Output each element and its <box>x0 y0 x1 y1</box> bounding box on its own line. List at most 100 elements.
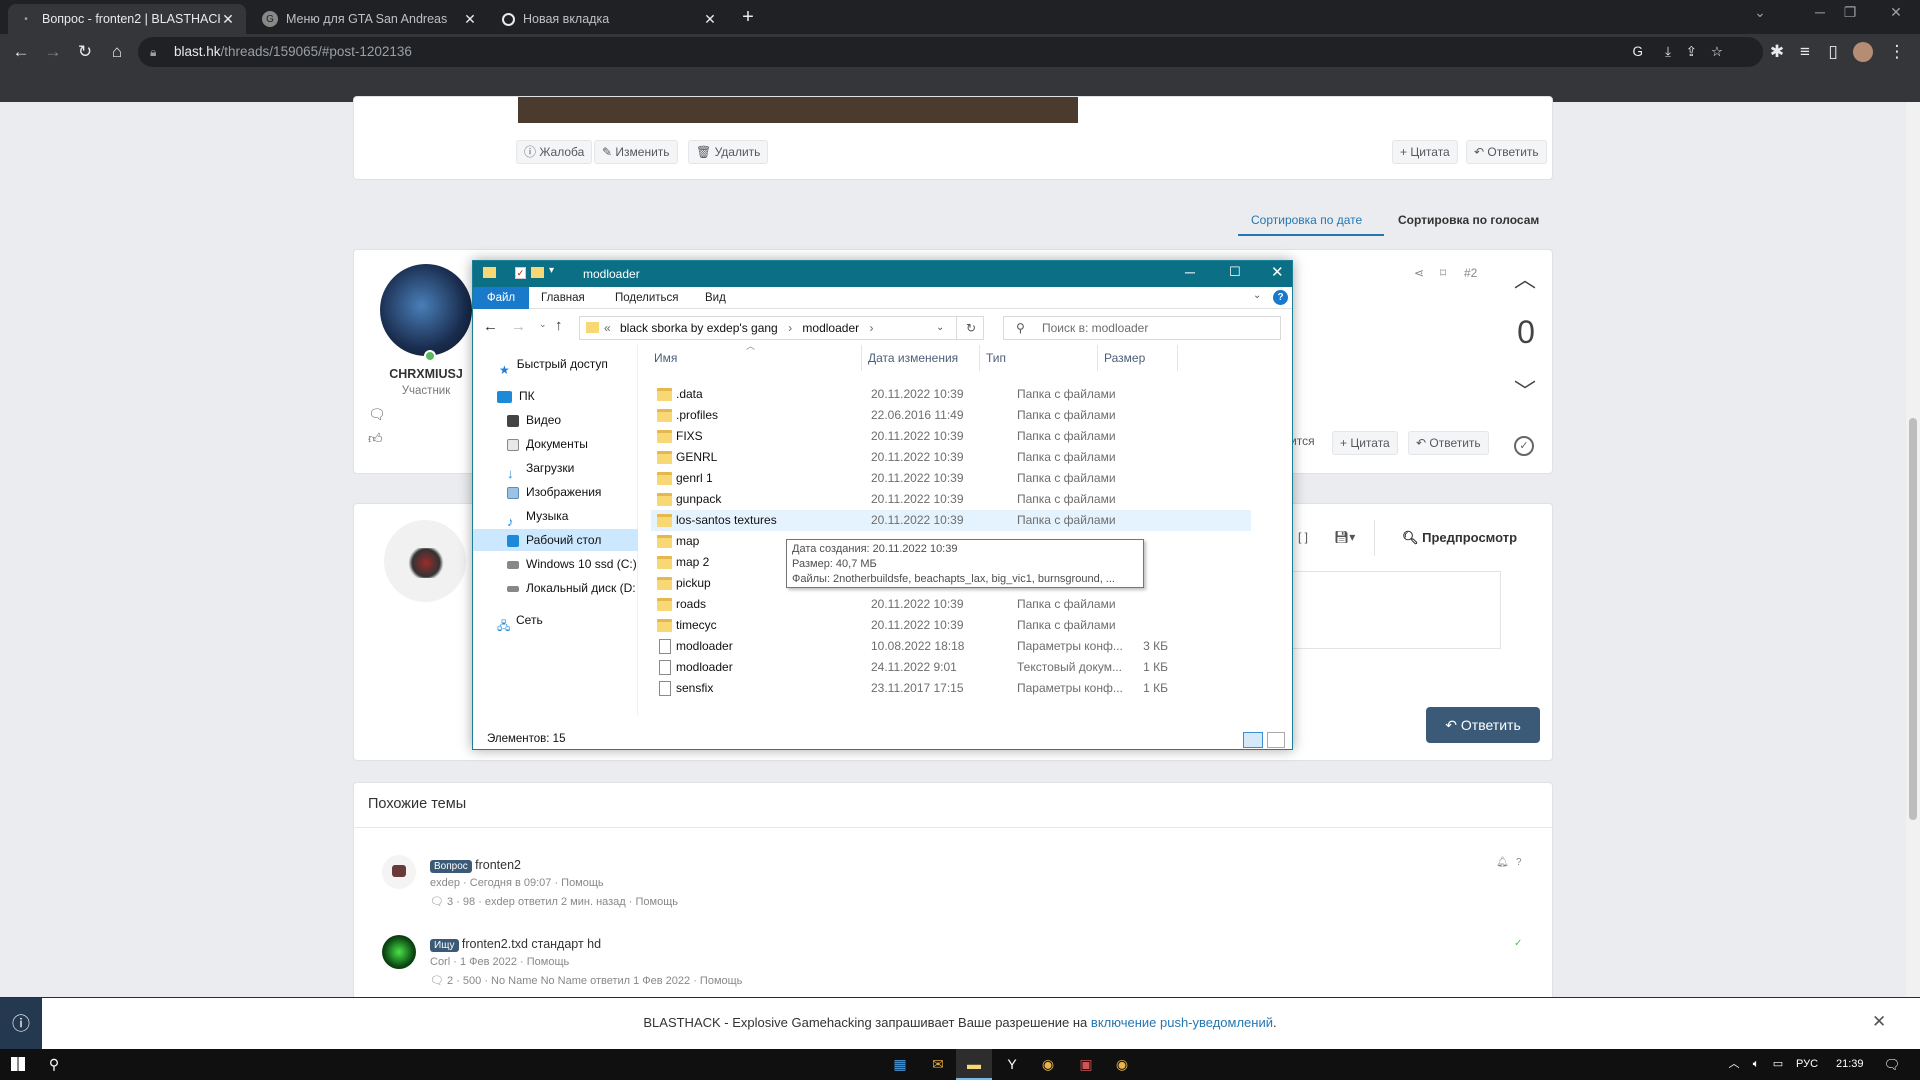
yandex-browser-icon[interactable]: Y <box>994 1049 1030 1080</box>
search-icon[interactable]: ⚲ <box>36 1049 72 1080</box>
nav-pictures[interactable]: Изображения <box>473 481 638 503</box>
file-row[interactable]: GENRL 20.11.2022 10:39 Папка с файлами <box>651 447 1251 468</box>
nav-drive-c[interactable]: Windows 10 ssd (C:) <box>473 553 638 575</box>
tab-file[interactable]: Файл <box>473 287 529 309</box>
expand-ribbon-icon[interactable]: ⌄ <box>1253 290 1261 301</box>
tab-share[interactable]: Поделиться <box>605 287 689 309</box>
address-bar[interactable]: 🔒︎ blast.hk/threads/159065/#post-1202136… <box>138 37 1763 67</box>
downvote-chevron-icon[interactable]: ﹀ <box>1514 374 1536 406</box>
install-icon[interactable]: ⤓ <box>1665 37 1671 67</box>
gta-app-icon[interactable]: ▣ <box>1068 1049 1104 1080</box>
scrollbar-thumb[interactable] <box>1909 418 1917 820</box>
tab-view[interactable]: Вид <box>695 287 736 309</box>
reload-icon[interactable]: ↻ <box>72 40 98 64</box>
watch-icon[interactable]: 🔔︎ <box>1496 857 1509 868</box>
file-row[interactable]: sensfix 23.11.2017 17:15 Параметры конф...… <box>651 678 1251 699</box>
nav-desktop[interactable]: Рабочий стол <box>473 529 638 551</box>
preview-button[interactable]: 🔍︎ Предпросмотр <box>1402 530 1517 546</box>
language-indicator[interactable]: РУС <box>1796 1058 1818 1070</box>
file-row[interactable]: timecyc 20.11.2022 10:39 Папка с файлами <box>651 615 1251 636</box>
nav-network[interactable]: 🖧︎ Сеть <box>473 609 638 631</box>
google-icon[interactable]: G <box>1632 37 1643 67</box>
report-button[interactable]: ⓘ Жалоба <box>516 140 593 164</box>
file-row[interactable]: los-santos textures 20.11.2022 10:39 Папка… <box>651 510 1251 531</box>
help-icon[interactable]: ? <box>1273 290 1288 305</box>
start-windows-icon[interactable] <box>0 1049 36 1080</box>
thread-item-2[interactable]: Ищу fronten2.txd стандарт hd <box>430 937 601 952</box>
post-number[interactable]: #2 <box>1464 266 1477 280</box>
close-icon[interactable]: ✕ <box>1271 263 1284 281</box>
mail-app-icon[interactable]: ✉ <box>920 1049 956 1080</box>
column-size[interactable]: Размер <box>1098 345 1178 371</box>
close-notification-icon[interactable]: ✕ <box>1872 1012 1886 1032</box>
breadcrumb-separator-icon[interactable]: › <box>788 321 792 335</box>
media-icon[interactable]: ≡ <box>1792 40 1818 64</box>
file-row[interactable]: .profiles 22.06.2016 11:49 Папка с файлами <box>651 405 1251 426</box>
task-view-icon[interactable]: ▦ <box>882 1049 918 1080</box>
submit-reply-button[interactable]: ↶ Ответить <box>1426 707 1540 743</box>
thread-avatar[interactable] <box>382 855 416 889</box>
delete-button[interactable]: 🗑︎ Удалить <box>688 140 769 164</box>
file-row[interactable]: .data 20.11.2022 10:39 Папка с файлами <box>651 384 1251 405</box>
close-tab-icon[interactable]: ✕ <box>702 11 718 28</box>
network-icon[interactable]: ▭ <box>1760 1049 1796 1080</box>
profile-avatar[interactable] <box>1850 40 1876 64</box>
close-window-icon[interactable]: ✕ <box>1876 4 1916 21</box>
tab-search-icon[interactable]: ⌄ <box>1740 4 1780 21</box>
nav-documents[interactable]: Документы <box>473 433 638 455</box>
file-row[interactable]: FIXS 20.11.2022 10:39 Папка с файлами <box>651 426 1251 447</box>
current-user-avatar[interactable] <box>384 520 466 602</box>
save-draft-icon[interactable]: 💾︎▾ <box>1334 530 1355 544</box>
close-tab-icon[interactable]: ✕ <box>220 11 236 28</box>
explorer-title-bar[interactable]: ✓ ▾ modloader ─ ☐ ✕ <box>473 261 1292 287</box>
sort-by-date-link[interactable]: Сортировка по дате <box>1251 213 1362 227</box>
chrome-app-icon[interactable]: ◉ <box>1030 1049 1066 1080</box>
fullscreen-icon[interactable]: [ ] <box>1298 530 1308 544</box>
overflow-chevron-icon[interactable]: « <box>604 317 611 339</box>
quick-access-dropdown-icon[interactable]: ▾ <box>549 265 554 276</box>
new-tab-button[interactable]: + <box>734 6 762 30</box>
address-dropdown-icon[interactable]: ⌄ <box>936 317 944 339</box>
file-row[interactable]: modloader 24.11.2022 9:01 Текстовый докум.… <box>651 657 1251 678</box>
side-panel-icon[interactable]: ▯ <box>1820 40 1846 64</box>
clock[interactable]: 21:39 <box>1836 1058 1864 1070</box>
nav-drive-d[interactable]: Локальный диск (D: <box>473 577 638 599</box>
tab-home[interactable]: Главная <box>531 287 595 309</box>
recent-locations-icon[interactable]: ⌄ <box>539 319 547 330</box>
restore-icon[interactable]: ❐ <box>1830 4 1870 21</box>
tab-gta-menu[interactable]: G Меню для GTA San Andreas ✕ <box>252 4 488 34</box>
quote-button[interactable]: + Цитата <box>1392 140 1458 164</box>
nav-quick-access[interactable]: ★ Быстрый доступ <box>473 353 638 375</box>
share-icon[interactable]: ⇪ <box>1686 37 1697 67</box>
enable-push-link[interactable]: включение push-уведомлений <box>1091 1015 1273 1030</box>
file-row[interactable]: roads 20.11.2022 10:39 Папка с файлами <box>651 594 1251 615</box>
reply-button[interactable]: ↶ Ответить <box>1408 431 1489 455</box>
tab-active[interactable]: • Вопрос - fronten2 | BLASTHACK ✕ <box>8 4 246 34</box>
nav-music[interactable]: ♪ Музыка <box>473 505 638 527</box>
bookmark-post-icon[interactable]: ⌑ <box>1440 266 1446 280</box>
maximize-icon[interactable]: ☐ <box>1229 264 1241 280</box>
edit-button[interactable]: ✎ Изменить <box>594 140 678 164</box>
file-row[interactable]: gunpack 20.11.2022 10:39 Папка с файлами <box>651 489 1251 510</box>
file-row[interactable]: genrl 1 20.11.2022 10:39 Папка с файлами <box>651 468 1251 489</box>
details-view-icon[interactable] <box>1243 732 1263 748</box>
home-icon[interactable]: ⌂ <box>104 40 130 64</box>
close-tab-icon[interactable]: ✕ <box>462 11 478 28</box>
nav-pc[interactable]: ПК <box>473 385 638 407</box>
user-avatar[interactable] <box>380 264 472 356</box>
notifications-icon[interactable]: 🗨︎ <box>1874 1049 1910 1080</box>
large-icons-view-icon[interactable] <box>1267 732 1285 748</box>
bookmark-star-icon[interactable]: ☆ <box>1711 37 1723 67</box>
chrome-app-icon-2[interactable]: ◉ <box>1104 1049 1140 1080</box>
upvote-chevron-icon[interactable]: ︿ <box>1514 262 1536 294</box>
breadcrumb-item[interactable]: black sborka by exdep's gang <box>620 321 778 335</box>
sort-by-votes-link[interactable]: Сортировка по голосам <box>1398 213 1539 227</box>
column-date-modified[interactable]: Дата изменения <box>862 345 980 371</box>
back-icon[interactable]: ← <box>483 318 498 335</box>
breadcrumb-separator-icon[interactable]: › <box>869 321 873 335</box>
file-row[interactable]: modloader 10.08.2022 18:18 Параметры конф.… <box>651 636 1251 657</box>
back-icon[interactable]: ← <box>8 40 34 64</box>
explorer-search-input[interactable]: ⚲ Поиск в: modloader <box>1003 316 1281 340</box>
menu-icon[interactable]: ⋮ <box>1884 40 1910 64</box>
address-breadcrumb[interactable]: « black sborka by exdep's gang › modload… <box>579 316 984 340</box>
